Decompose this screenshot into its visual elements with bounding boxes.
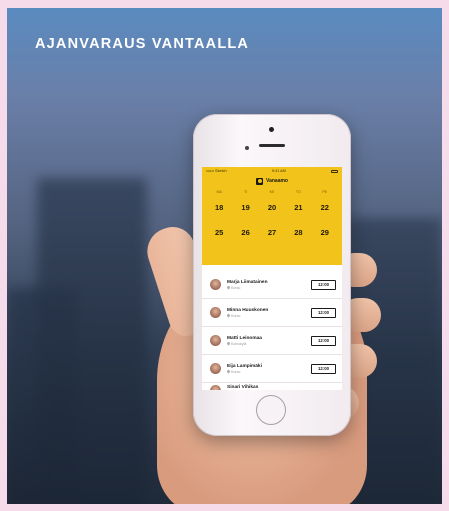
location-pin-icon xyxy=(226,285,231,290)
person-info: Eija Lampimäki Korso xyxy=(226,363,311,374)
location-label: Koivukylä xyxy=(231,341,247,346)
earpiece-speaker xyxy=(259,144,285,147)
calendar-date[interactable]: 28 xyxy=(285,228,311,237)
date-row-week2: 25 26 27 28 29 xyxy=(202,228,342,237)
calendar-date[interactable]: 26 xyxy=(232,228,258,237)
status-bar: •••••• Sketch 9:41 AM xyxy=(202,167,342,175)
avatar xyxy=(210,279,221,290)
location-label: Korso xyxy=(231,369,241,374)
list-item[interactable]: Eija Lampimäki Korso 12:00 xyxy=(202,355,342,383)
time-slot-button[interactable]: 12:00 xyxy=(311,335,336,346)
list-item[interactable]: Minna Huuskonen Korso 12:00 xyxy=(202,299,342,327)
calendar-date[interactable]: 27 xyxy=(259,228,285,237)
list-item[interactable]: Marja Liimatainen Korso 12:00 xyxy=(202,271,342,299)
person-info: Sinari Vihikas xyxy=(227,385,336,390)
person-name: Minna Huuskonen xyxy=(227,307,269,313)
person-name: Matti Leinomaa xyxy=(227,335,262,341)
calendar-date[interactable]: 21 xyxy=(285,203,311,212)
weekday-label: MA xyxy=(216,190,222,194)
calendar-date[interactable]: 19 xyxy=(232,203,258,212)
avatar xyxy=(210,307,221,318)
weekday-row: MA TI KE TO PE xyxy=(202,190,342,194)
carrier-label: •••••• Sketch xyxy=(206,169,227,173)
avatar xyxy=(210,385,221,390)
app-name: Vanaamo xyxy=(266,178,288,184)
weekday-label: KE xyxy=(269,190,275,194)
calendar-date[interactable]: 22 xyxy=(312,203,338,212)
page-headline: AJANVARAUS VANTAALLA xyxy=(35,36,250,52)
list-item[interactable]: Sinari Vihikas xyxy=(202,383,342,390)
time-slot-button[interactable]: 12:00 xyxy=(311,279,336,290)
smartphone: •••••• Sketch 9:41 AM Vanaamo MA TI KE T… xyxy=(193,114,351,436)
person-location: Korso xyxy=(226,313,311,318)
person-name: Eija Lampimäki xyxy=(227,363,262,369)
calendar-date[interactable]: 25 xyxy=(206,228,232,237)
status-time: 9:41 AM xyxy=(271,169,286,173)
calendar-date[interactable]: 20 xyxy=(259,203,285,212)
time-slot-button[interactable]: 12:00 xyxy=(311,363,336,374)
home-button[interactable] xyxy=(256,395,286,425)
front-camera xyxy=(269,127,274,132)
weekday-label: PE xyxy=(322,190,328,194)
location-pin-icon xyxy=(226,369,231,374)
person-name: Marja Liimatainen xyxy=(227,279,268,285)
battery-icon xyxy=(330,169,338,173)
location-pin-icon xyxy=(226,313,231,318)
location-pin-icon xyxy=(226,341,231,346)
location-label: Korso xyxy=(231,285,241,290)
time-slot-button[interactable]: 12:00 xyxy=(311,307,336,318)
list-item[interactable]: Matti Leinomaa Koivukylä 12:00 xyxy=(202,327,342,355)
avatar xyxy=(210,335,221,346)
calendar-date[interactable]: 18 xyxy=(206,203,232,212)
person-info: Marja Liimatainen Korso xyxy=(226,279,311,290)
person-location: Korso xyxy=(226,285,311,290)
vantaa-logo-icon xyxy=(256,177,264,185)
person-info: Minna Huuskonen Korso xyxy=(226,307,311,318)
app-screen: •••••• Sketch 9:41 AM Vanaamo MA TI KE T… xyxy=(202,167,342,390)
blurred-building xyxy=(37,178,147,504)
calendar-header: •••••• Sketch 9:41 AM Vanaamo MA TI KE T… xyxy=(202,167,342,265)
avatar xyxy=(210,363,221,374)
date-row-week1: 18 19 20 21 22 xyxy=(202,203,342,212)
person-info: Matti Leinomaa Koivukylä xyxy=(226,335,311,346)
front-sensor xyxy=(245,146,249,150)
background-photo: AJANVARAUS VANTAALLA •••••• Sketch 9:41 … xyxy=(7,8,442,504)
person-location: Koivukylä xyxy=(226,341,311,346)
person-location: Korso xyxy=(226,369,311,374)
calendar-date[interactable]: 29 xyxy=(312,228,338,237)
appointment-list: Marja Liimatainen Korso 12:00 Minna Huus… xyxy=(202,271,342,390)
weekday-label: TO xyxy=(295,190,301,194)
app-brand: Vanaamo xyxy=(202,175,342,187)
person-name: Sinari Vihikas xyxy=(227,385,259,390)
location-label: Korso xyxy=(231,313,241,318)
weekday-label: TI xyxy=(243,190,248,194)
